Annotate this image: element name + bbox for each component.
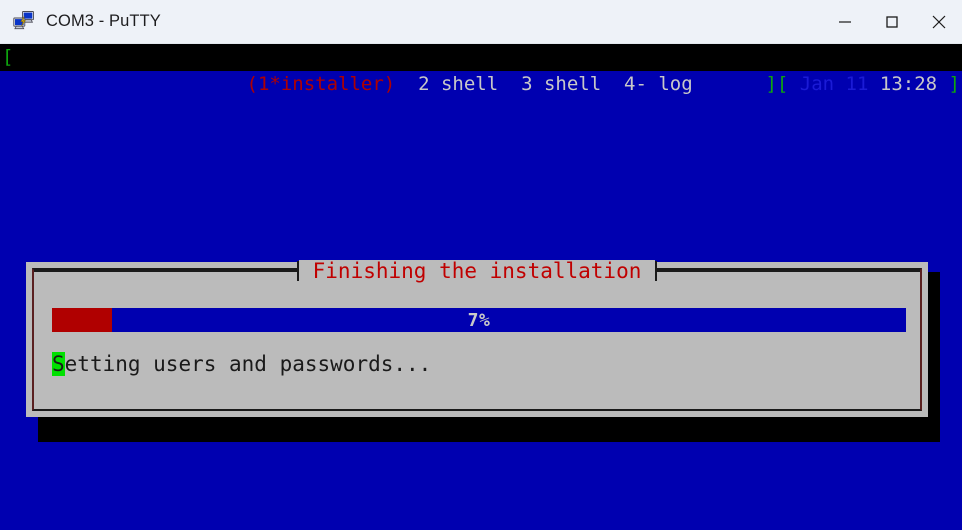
minimize-icon [834, 11, 856, 33]
tmux-status-right: ][ Jan 11 13:28 ] [674, 44, 960, 125]
tmux-time-space [868, 73, 879, 95]
tmux-bracket-open: [ [776, 73, 789, 95]
maximize-button[interactable] [868, 0, 915, 43]
progress-percent-label: 7% [467, 309, 491, 331]
dialog-title-rule-right [657, 270, 921, 272]
close-button[interactable] [915, 0, 962, 43]
tmux-window-list: (1*installer) 2 shell 3 shell 4- log [155, 44, 693, 125]
installer-dialog: Finishing the installation 7% Setting us… [26, 260, 928, 417]
tmux-bracket-close: ] [765, 73, 777, 95]
install-status-text: etting users and passwords... [64, 352, 432, 376]
window-title: COM3 - PuTTY [46, 12, 161, 30]
tmux-date-value: Jan 11 [799, 73, 869, 95]
dialog-title-rule-left [34, 270, 297, 272]
putty-window: COM3 - PuTTY [ (1*installer) 2 shell 3 s… [0, 0, 962, 530]
titlebar-left-group: COM3 - PuTTY [0, 10, 821, 34]
window-titlebar[interactable]: COM3 - PuTTY [0, 0, 962, 44]
dialog-title-tick-left [296, 261, 299, 281]
tmux-bracket-end: ] [948, 73, 960, 95]
putty-icon [12, 10, 36, 34]
tmux-time: 13:28 [879, 73, 938, 95]
terminal-cursor: S [52, 352, 65, 376]
tmux-date [788, 73, 799, 95]
dialog-title-tick-right [655, 261, 658, 281]
dialog-inner-frame: Finishing the installation 7% Setting us… [32, 260, 922, 411]
close-icon [928, 11, 950, 33]
minimize-button[interactable] [821, 0, 868, 43]
maximize-icon [881, 11, 903, 33]
tmux-window-active[interactable]: (1*installer) [247, 73, 396, 95]
dialog-title: Finishing the installation [298, 260, 656, 282]
tmux-time-gap [937, 73, 948, 95]
install-status-message: Setting users and passwords... [52, 352, 431, 376]
tmux-window-others[interactable]: 2 shell 3 shell 4- log [395, 73, 693, 95]
dialog-title-bar: Finishing the installation [34, 260, 921, 282]
tmux-status-left: [ [2, 46, 14, 68]
terminal-screen[interactable]: [ (1*installer) 2 shell 3 shell 4- log ]… [0, 44, 962, 530]
progress-bar: 7% [52, 308, 906, 332]
tmux-status-bar: [ (1*installer) 2 shell 3 shell 4- log ]… [0, 44, 962, 95]
